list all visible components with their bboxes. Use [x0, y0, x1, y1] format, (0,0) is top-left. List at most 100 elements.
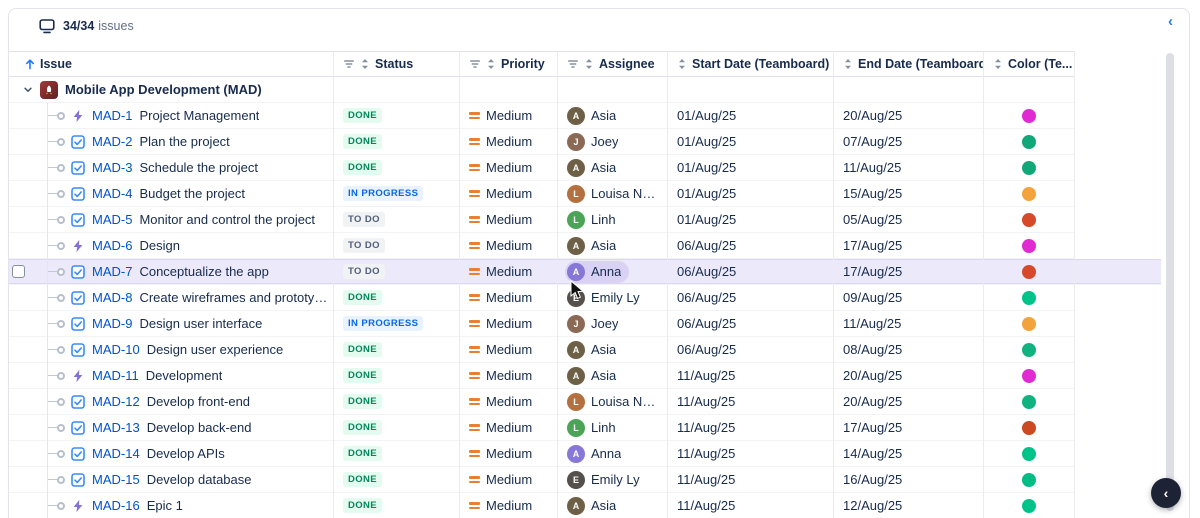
status-cell[interactable]: DONE: [333, 363, 459, 388]
color-dot[interactable]: [1022, 187, 1036, 201]
status-cell[interactable]: IN PROGRESS: [333, 311, 459, 336]
status-cell[interactable]: DONE: [333, 155, 459, 180]
end-date-cell[interactable]: 12/Aug/25: [833, 493, 983, 518]
color-cell[interactable]: [983, 207, 1074, 232]
color-dot[interactable]: [1022, 499, 1036, 513]
table-row[interactable]: MAD-13 Develop back-end DONE Medium L Li…: [9, 415, 1074, 441]
assignee-chip[interactable]: L Linh: [565, 209, 624, 231]
status-badge[interactable]: IN PROGRESS: [343, 186, 423, 201]
start-date-cell[interactable]: 11/Aug/25: [667, 389, 833, 414]
start-date-cell[interactable]: 01/Aug/25: [667, 129, 833, 154]
issue-key-link[interactable]: MAD-1: [92, 108, 132, 123]
start-date-cell[interactable]: 01/Aug/25: [667, 207, 833, 232]
assignee-cell[interactable]: L Linh: [557, 415, 667, 440]
color-dot[interactable]: [1022, 135, 1036, 149]
assignee-chip[interactable]: L Louisa Nguy...: [565, 391, 667, 413]
assignee-chip[interactable]: A Anna: [565, 261, 629, 283]
issue-key-link[interactable]: MAD-14: [92, 446, 140, 461]
issue-key-link[interactable]: MAD-2: [92, 134, 132, 149]
color-dot[interactable]: [1022, 161, 1036, 175]
assignee-cell[interactable]: A Anna: [557, 259, 667, 284]
color-dot[interactable]: [1022, 213, 1036, 227]
table-row[interactable]: MAD-4 Budget the project IN PROGRESS Med…: [9, 181, 1074, 207]
status-cell[interactable]: DONE: [333, 493, 459, 518]
assignee-cell[interactable]: A Asia: [557, 155, 667, 180]
link-handle[interactable]: [57, 346, 65, 354]
end-date-cell[interactable]: 11/Aug/25: [833, 155, 983, 180]
end-date-cell[interactable]: 11/Aug/25: [833, 311, 983, 336]
column-header-issue[interactable]: Issue: [9, 52, 333, 76]
link-handle[interactable]: [57, 372, 65, 380]
link-handle[interactable]: [57, 164, 65, 172]
link-handle[interactable]: [57, 268, 65, 276]
status-cell[interactable]: TO DO: [333, 259, 459, 284]
priority-cell[interactable]: Medium: [459, 207, 557, 232]
issue-key-link[interactable]: MAD-3: [92, 160, 132, 175]
assignee-chip[interactable]: J Joey: [565, 131, 626, 153]
column-header-color[interactable]: Color (Te...: [983, 52, 1074, 76]
link-handle[interactable]: [57, 320, 65, 328]
color-cell[interactable]: [983, 467, 1074, 492]
sort-icon[interactable]: [360, 58, 370, 70]
end-date-cell[interactable]: 16/Aug/25: [833, 467, 983, 492]
link-handle[interactable]: [57, 424, 65, 432]
table-row[interactable]: MAD-5 Monitor and control the project TO…: [9, 207, 1074, 233]
assignee-cell[interactable]: E Emily Ly: [557, 285, 667, 310]
color-dot[interactable]: [1022, 473, 1036, 487]
color-dot[interactable]: [1022, 395, 1036, 409]
status-badge[interactable]: DONE: [343, 108, 382, 123]
color-cell[interactable]: [983, 415, 1074, 440]
filter-icon[interactable]: [343, 58, 355, 70]
color-dot[interactable]: [1022, 265, 1036, 279]
status-badge[interactable]: DONE: [343, 134, 382, 149]
color-dot[interactable]: [1022, 317, 1036, 331]
color-cell[interactable]: [983, 259, 1074, 284]
assignee-chip[interactable]: E Emily Ly: [565, 287, 648, 309]
status-cell[interactable]: DONE: [333, 129, 459, 154]
issue-key-link[interactable]: MAD-6: [92, 238, 132, 253]
filter-icon[interactable]: [469, 58, 481, 70]
end-date-cell[interactable]: 14/Aug/25: [833, 441, 983, 466]
status-cell[interactable]: DONE: [333, 389, 459, 414]
start-date-cell[interactable]: 11/Aug/25: [667, 467, 833, 492]
table-row[interactable]: MAD-8 Create wireframes and prototypes D…: [9, 285, 1074, 311]
filter-icon[interactable]: [567, 58, 579, 70]
assignee-chip[interactable]: A Asia: [565, 339, 624, 361]
assignee-cell[interactable]: A Asia: [557, 363, 667, 388]
color-dot[interactable]: [1022, 343, 1036, 357]
column-header-assignee[interactable]: Assignee: [557, 52, 667, 76]
table-row[interactable]: MAD-11 Development DONE Medium A Asia 11…: [9, 363, 1074, 389]
status-cell[interactable]: TO DO: [333, 207, 459, 232]
sort-icon[interactable]: [993, 58, 1003, 70]
end-date-cell[interactable]: 09/Aug/25: [833, 285, 983, 310]
status-badge[interactable]: DONE: [343, 368, 382, 383]
start-date-cell[interactable]: 06/Aug/25: [667, 259, 833, 284]
priority-cell[interactable]: Medium: [459, 233, 557, 258]
color-cell[interactable]: [983, 181, 1074, 206]
assignee-chip[interactable]: A Asia: [565, 365, 624, 387]
priority-cell[interactable]: Medium: [459, 181, 557, 206]
table-row[interactable]: MAD-7 Conceptualize the app TO DO Medium…: [9, 259, 1161, 285]
issue-key-link[interactable]: MAD-16: [92, 498, 140, 513]
color-dot[interactable]: [1022, 369, 1036, 383]
link-handle[interactable]: [57, 398, 65, 406]
end-date-cell[interactable]: 07/Aug/25: [833, 129, 983, 154]
color-cell[interactable]: [983, 155, 1074, 180]
link-handle[interactable]: [57, 190, 65, 198]
assignee-cell[interactable]: A Asia: [557, 337, 667, 362]
column-header-end-date[interactable]: End Date (Teamboard): [833, 52, 983, 76]
issue-key-link[interactable]: MAD-9: [92, 316, 132, 331]
assignee-chip[interactable]: A Asia: [565, 495, 624, 517]
table-row[interactable]: MAD-3 Schedule the project DONE Medium A…: [9, 155, 1074, 181]
start-date-cell[interactable]: 06/Aug/25: [667, 233, 833, 258]
color-cell[interactable]: [983, 103, 1074, 128]
link-handle[interactable]: [57, 112, 65, 120]
end-date-cell[interactable]: 17/Aug/25: [833, 233, 983, 258]
priority-cell[interactable]: Medium: [459, 311, 557, 336]
collapse-panel-icon[interactable]: ‹: [1168, 13, 1173, 30]
assignee-chip[interactable]: E Emily Ly: [565, 469, 648, 491]
vertical-scrollbar[interactable]: [1166, 53, 1174, 511]
priority-cell[interactable]: Medium: [459, 363, 557, 388]
column-header-start-date[interactable]: Start Date (Teamboard): [667, 52, 833, 76]
priority-cell[interactable]: Medium: [459, 337, 557, 362]
